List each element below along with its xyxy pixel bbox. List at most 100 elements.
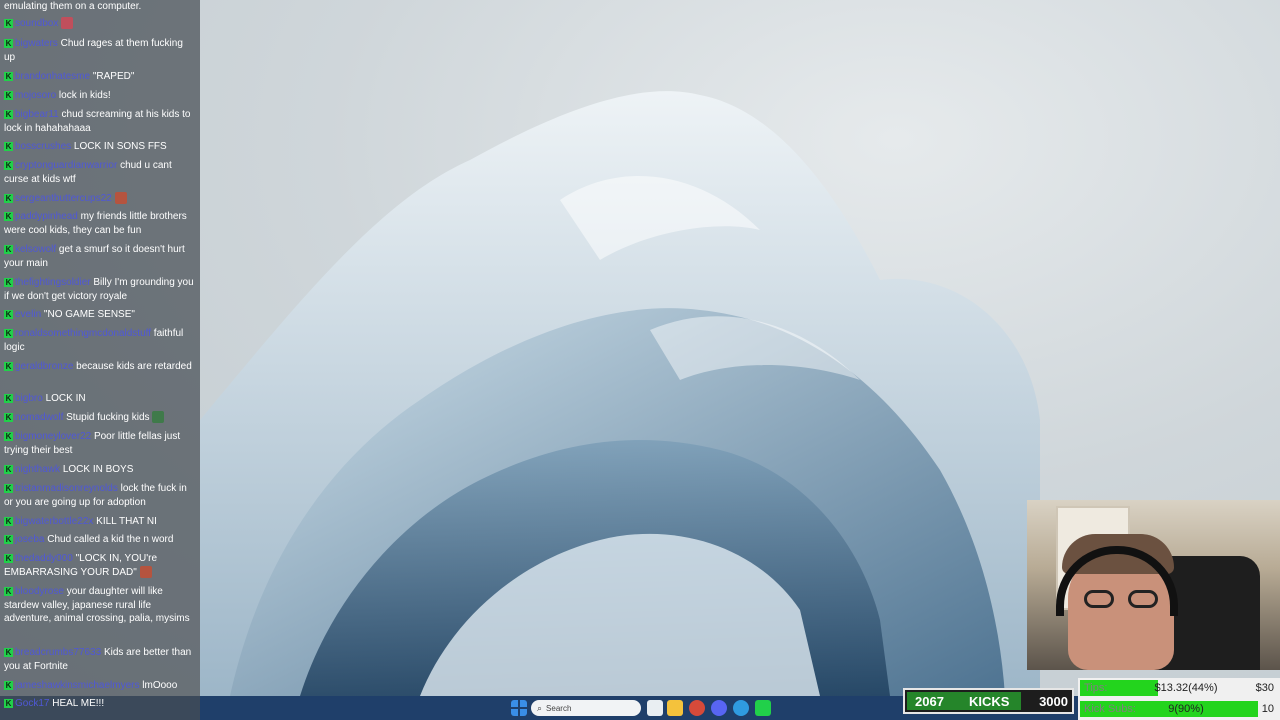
chat-username[interactable]: bloodyrose xyxy=(15,586,64,597)
emote-icon xyxy=(152,411,165,424)
kick-badge-icon: K xyxy=(4,361,13,371)
chat-message-text: "NO GAME SENSE" xyxy=(43,309,135,320)
kick-badge-icon: K xyxy=(4,464,13,474)
chat-username[interactable]: Gock17 xyxy=(15,698,49,709)
start-button[interactable] xyxy=(511,700,527,716)
taskbar-search-box[interactable]: ⌕ Search xyxy=(531,700,641,716)
chat-message-text: because kids are retarded xyxy=(76,361,192,372)
chrome-icon[interactable] xyxy=(689,700,705,716)
chat-username[interactable]: soundbox xyxy=(15,18,58,29)
chat-message-text: LOCK IN SONS FFS xyxy=(73,141,167,152)
chat-username[interactable]: tristanmadisonreynolds xyxy=(15,483,118,494)
chat-username[interactable]: cryptonguardianwarrior xyxy=(15,160,117,171)
chat-message: Knighthawk LOCK IN BOYS xyxy=(4,463,194,477)
kick-badge-icon: K xyxy=(4,193,13,203)
emote-icon xyxy=(139,565,152,578)
kick-badge-icon: K xyxy=(4,141,13,151)
chat-message: emulating them on a computer. xyxy=(4,0,194,14)
kick-badge-icon: K xyxy=(4,698,13,708)
subs-target: 10 xyxy=(1261,703,1274,715)
chat-message: Kjameshawkinsmichaelmyers lmOooo xyxy=(4,679,194,693)
chat-username[interactable]: thedaddy000 xyxy=(15,553,73,564)
kick-badge-icon: K xyxy=(4,553,13,563)
chat-message: Kronaldsomethingmcdonaldstuff faithful l… xyxy=(4,327,194,354)
search-icon: ⌕ xyxy=(537,702,543,713)
chat-message: Kthedaddy000 "LOCK IN, YOU're EMBARRASIN… xyxy=(4,552,194,579)
chat-username[interactable]: bigmoneylover22 xyxy=(15,431,91,442)
chat-username[interactable]: breadcrumbs77633 xyxy=(15,647,101,658)
kicks-label: KICKS xyxy=(969,694,1010,709)
chat-username[interactable]: ronaldsomethingmcdonaldstuff xyxy=(15,328,151,339)
kick-badge-icon: K xyxy=(4,38,13,48)
chat-username[interactable]: bosscrushes xyxy=(15,141,71,152)
chat-message: Kgeraldbronze because kids are retarded xyxy=(4,360,194,374)
chat-message-text: emulating them on a computer. xyxy=(4,1,142,12)
kick-badge-icon: K xyxy=(4,309,13,319)
kick-badge-icon: K xyxy=(4,160,13,170)
kick-badge-icon: K xyxy=(4,277,13,287)
chat-username[interactable]: kelsowolf xyxy=(15,244,56,255)
file-explorer-icon[interactable] xyxy=(667,700,683,716)
chat-username[interactable]: geraldbronze xyxy=(15,361,73,372)
chat-message: Kbigwaterbottle22x KILL THAT NI xyxy=(4,515,194,529)
chat-username[interactable]: mojosoro xyxy=(15,90,56,101)
chat-username[interactable]: bigbear11 xyxy=(15,109,59,120)
discord-icon[interactable] xyxy=(711,700,727,716)
kicks-goal-widget: 2067 KICKS 3000 xyxy=(903,688,1074,714)
kick-badge-icon: K xyxy=(4,328,13,338)
chat-username[interactable]: nighthawk xyxy=(15,464,60,475)
subs-label: Kick Subs: xyxy=(1084,703,1136,715)
chat-username[interactable]: paddypinhead xyxy=(15,211,78,222)
kick-badge-icon: K xyxy=(4,412,13,422)
chat-message: Kkelsowolf get a smurf so it doesn't hur… xyxy=(4,243,194,270)
stream-chat-overlay: emulating them on a computer. Ksoundbox … xyxy=(0,0,200,720)
kicks-goal: 3000 xyxy=(1039,694,1068,709)
chat-username[interactable]: bigbro xyxy=(15,393,43,404)
kick-badge-icon: K xyxy=(4,483,13,493)
kick-icon[interactable] xyxy=(755,700,771,716)
chat-message: Knomadwolf Stupid fucking kids xyxy=(4,411,194,425)
chat-message: Kcryptonguardianwarrior chud u cant curs… xyxy=(4,159,194,186)
kick-badge-icon: K xyxy=(4,516,13,526)
chat-message: Kbigmoneylover22 Poor little fellas just… xyxy=(4,430,194,457)
chat-message-text: Chud called a kid the n word xyxy=(47,534,174,545)
emote-icon xyxy=(61,17,74,30)
chat-message-text: "RAPED" xyxy=(92,71,135,82)
chat-message-text: LOCK IN BOYS xyxy=(62,464,134,475)
tips-goal-row: Tips: $13.32(44%) $30 xyxy=(1078,679,1280,697)
chat-username[interactable]: sergeantbuttercups22 xyxy=(15,193,112,204)
chat-username[interactable]: joseba xyxy=(15,534,44,545)
kick-badge-icon: K xyxy=(4,90,13,100)
chat-message: Kpaddypinhead my friends little brothers… xyxy=(4,210,194,237)
tips-target: $30 xyxy=(1255,682,1274,694)
chat-message: Ksergeantbuttercups22 xyxy=(4,192,194,206)
chat-message-text: HEAL ME!!! xyxy=(52,698,105,709)
task-view-icon[interactable] xyxy=(647,700,663,716)
chat-message: Kbrandonhatesme "RAPED" xyxy=(4,70,194,84)
donation-goals-widget: Tips: $13.32(44%) $30 Kick Subs: 9(90%) … xyxy=(1078,678,1280,720)
chat-username[interactable]: bigwaterbottle22x xyxy=(15,516,93,527)
chat-username[interactable]: jameshawkinsmichaelmyers xyxy=(15,680,139,691)
chat-username[interactable]: brandonhatesme xyxy=(15,71,90,82)
kick-badge-icon: K xyxy=(4,211,13,221)
kick-badge-icon: K xyxy=(4,18,13,28)
search-placeholder: Search xyxy=(546,703,572,713)
chat-username[interactable]: bigwaters xyxy=(15,38,58,49)
chat-message: Kbigbear11 chud screaming at his kids to… xyxy=(4,108,194,135)
chat-username[interactable]: evelin xyxy=(15,309,41,320)
chat-message: Ksoundbox xyxy=(4,17,194,31)
edge-icon[interactable] xyxy=(733,700,749,716)
emote-icon xyxy=(114,192,127,205)
kick-badge-icon: K xyxy=(4,431,13,441)
chat-username[interactable]: nomadwolf xyxy=(15,412,63,423)
kick-badge-icon: K xyxy=(4,534,13,544)
kick-badge-icon: K xyxy=(4,71,13,81)
chat-message-text: lmOooo xyxy=(142,680,178,691)
kick-badge-icon: K xyxy=(4,647,13,657)
kick-badge-icon: K xyxy=(4,680,13,690)
webcam-glasses xyxy=(1084,590,1164,610)
chat-message: Kevelin "NO GAME SENSE" xyxy=(4,308,194,322)
chat-message: Kmojosoro lock in kids! xyxy=(4,89,194,103)
chat-message-text: lock in kids! xyxy=(58,90,111,101)
chat-username[interactable]: thefightingsoldier xyxy=(15,277,91,288)
